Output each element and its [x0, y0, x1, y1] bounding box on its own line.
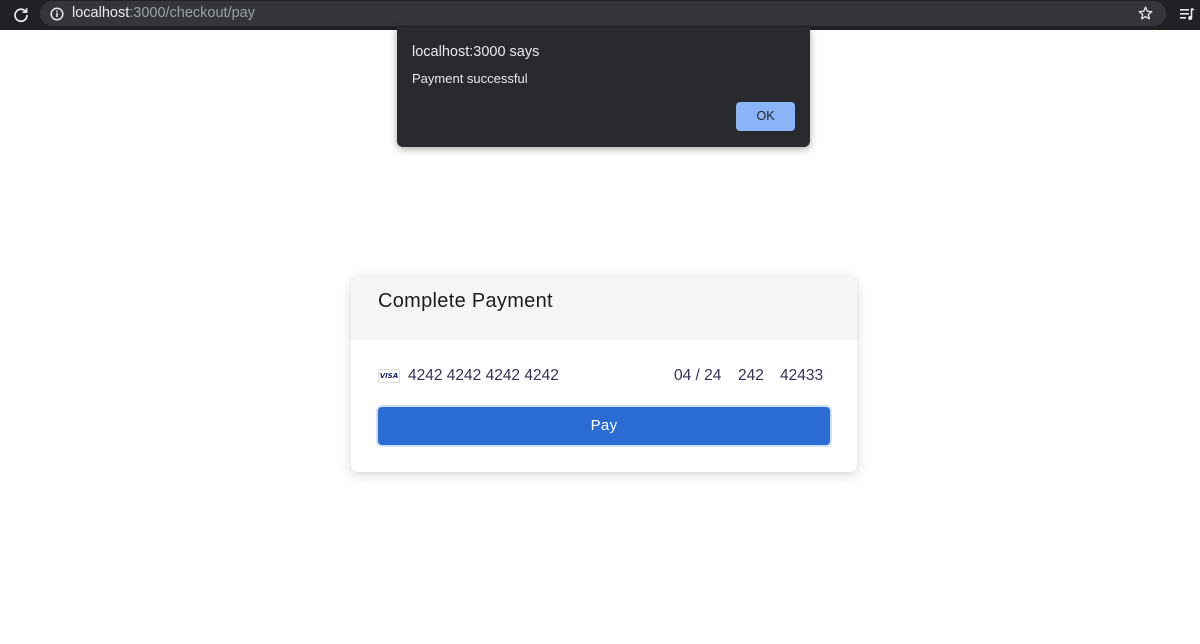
card-details-input[interactable]: VISA 4242 4242 4242 4242 04 / 24 242 424… — [378, 364, 830, 388]
address-bar[interactable]: localhost:3000/checkout/pay — [40, 1, 1166, 26]
card-header: Complete Payment — [351, 276, 857, 340]
payment-card: Complete Payment VISA 4242 4242 4242 424… — [351, 276, 857, 472]
alert-title: localhost:3000 says — [412, 44, 540, 60]
bookmark-button[interactable] — [1136, 4, 1154, 22]
card-number-field[interactable]: 4242 4242 4242 4242 — [408, 364, 608, 388]
url-text[interactable]: localhost:3000/checkout/pay — [72, 5, 255, 22]
zip-field[interactable]: 42433 — [780, 364, 830, 388]
info-icon — [50, 7, 64, 21]
reload-icon — [14, 8, 28, 23]
reading-list-icon — [1180, 7, 1195, 20]
url-path: :3000/checkout/pay — [129, 5, 255, 21]
browser-toolbar: localhost:3000/checkout/pay — [0, 0, 1200, 30]
url-host: localhost — [72, 5, 130, 21]
reading-list-button[interactable] — [1178, 5, 1196, 23]
cvc-field[interactable]: 242 — [738, 364, 770, 388]
page-title: Complete Payment — [378, 290, 553, 312]
star-icon — [1138, 6, 1152, 19]
site-info-button[interactable] — [49, 6, 65, 22]
alert-message: Payment successful — [412, 71, 528, 86]
visa-card-icon: VISA — [378, 369, 400, 383]
alert-dialog: localhost:3000 says Payment successful O… — [397, 27, 810, 147]
expiry-field[interactable]: 04 / 24 — [674, 364, 728, 388]
ok-button[interactable]: OK — [736, 102, 795, 131]
reload-button[interactable] — [9, 3, 33, 27]
pay-button[interactable]: Pay — [378, 407, 830, 445]
